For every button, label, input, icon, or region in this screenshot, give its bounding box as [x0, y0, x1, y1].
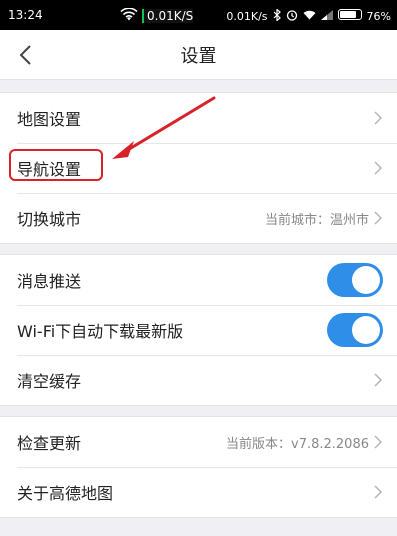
battery-level: 76% — [366, 9, 391, 23]
check-update-label: 检查更新 — [17, 434, 82, 453]
page-title: 设置 — [180, 46, 217, 67]
wifi-icon-small — [303, 10, 316, 23]
chevron-right-icon — [374, 373, 383, 387]
message-push-toggle[interactable] — [327, 263, 383, 297]
nav-bar: 设置 — [0, 30, 397, 80]
chevron-right-icon — [374, 161, 383, 175]
status-bar: 13:24 0.01K/S 0.01K/s 76% — [0, 0, 397, 30]
highlight-box — [9, 149, 103, 181]
chevron-right-icon — [374, 485, 383, 499]
map-settings-label: 地图设置 — [17, 110, 82, 129]
battery-icon — [337, 9, 362, 23]
wifi-auto-download-label: Wi-Fi下自动下载最新版 — [17, 322, 184, 341]
wifi-auto-download-toggle[interactable] — [327, 313, 383, 347]
annotation-arrow-icon — [112, 96, 216, 159]
chevron-right-icon — [374, 111, 383, 125]
switch-city-row[interactable]: 切换城市 当前城市：温州市 — [0, 193, 397, 243]
clear-cache-label: 清空缓存 — [17, 372, 82, 391]
network-speed-indicator: 0.01K/S — [120, 6, 194, 26]
speed-secondary: 0.01K/s — [226, 9, 268, 23]
switch-city-label: 切换城市 — [17, 210, 82, 229]
status-right: 0.01K/s 76% — [226, 6, 391, 26]
chevron-right-icon — [374, 435, 383, 449]
bluetooth-icon — [273, 7, 281, 24]
status-time: 13:24 — [8, 8, 43, 22]
about-amap-label: 关于高德地图 — [17, 484, 114, 503]
speed-primary: 0.01K/S — [142, 9, 194, 23]
about-amap-row[interactable]: 关于高德地图 — [0, 467, 397, 517]
current-city-value: 当前城市：温州市 — [264, 212, 369, 228]
chevron-right-icon — [374, 211, 383, 225]
signal-icon — [320, 9, 333, 23]
current-version-value: 当前版本：v7.8.2.2086 — [226, 436, 369, 452]
clear-cache-row[interactable]: 清空缓存 — [0, 355, 397, 405]
message-push-row: 消息推送 — [0, 255, 397, 305]
alarm-icon — [286, 9, 298, 24]
settings-group-general: 消息推送 Wi-Fi下自动下载最新版 清空缓存 — [0, 254, 397, 406]
wifi-auto-download-row: Wi-Fi下自动下载最新版 — [0, 305, 397, 355]
settings-group-about: 检查更新 当前版本：v7.8.2.2086 关于高德地图 — [0, 416, 397, 518]
wifi-icon — [120, 7, 138, 25]
message-push-label: 消息推送 — [17, 272, 82, 291]
check-update-row[interactable]: 检查更新 当前版本：v7.8.2.2086 — [0, 417, 397, 467]
